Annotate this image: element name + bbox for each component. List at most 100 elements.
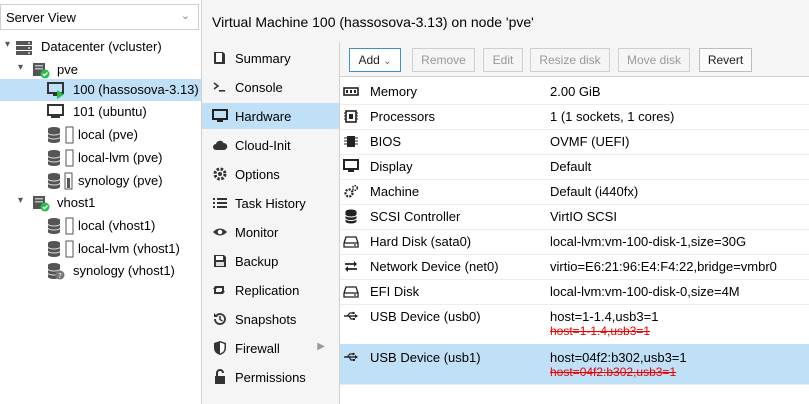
tree-item-label: pve bbox=[57, 62, 78, 77]
hardware-row-network-device[interactable]: Network Device (net0) virtio=E6:21:96:E4… bbox=[340, 254, 809, 280]
tree-item-storage-local-lvm-pve[interactable]: local-lvm (pve) bbox=[0, 147, 201, 169]
node-online-icon bbox=[33, 196, 50, 212]
add-button[interactable]: Add ⌄ bbox=[349, 48, 401, 72]
tree-item-storage-synology-pve[interactable]: synology (pve) bbox=[0, 170, 201, 192]
tree-item-label: local (pve) bbox=[78, 127, 138, 142]
tab-backup[interactable]: Backup bbox=[202, 248, 339, 274]
storage-unknown-icon: ? bbox=[47, 263, 65, 280]
pending-removed-value: host=04f2:b302,usb3=1 bbox=[550, 365, 677, 379]
tab-hardware[interactable]: Hardware bbox=[202, 103, 339, 129]
hardware-row-bios[interactable]: BIOS OVMF (UEFI) bbox=[340, 129, 809, 155]
unlock-icon bbox=[215, 369, 225, 384]
resource-tree-panel: Server View ⌄ ▾ Datacenter (vcluster) ▾ … bbox=[0, 0, 202, 404]
floppy-icon bbox=[214, 255, 226, 267]
database-icon bbox=[345, 209, 357, 224]
tree-item-label: local-lvm (pve) bbox=[78, 150, 163, 165]
hardware-row-usb1[interactable]: USB Device (usb1) host=04f2:b302,usb3=1 … bbox=[340, 344, 809, 385]
tree-item-label: local-lvm (vhost1) bbox=[78, 241, 180, 256]
tab-label: Monitor bbox=[235, 225, 279, 240]
cloud-icon bbox=[213, 140, 228, 150]
chevron-down-icon[interactable]: ⌄ bbox=[181, 9, 190, 22]
hardware-key: EFI Disk bbox=[370, 284, 420, 299]
hardware-value: 1 (1 sockets, 1 cores) bbox=[550, 109, 675, 124]
edit-button[interactable]: Edit bbox=[483, 48, 523, 72]
terminal-icon bbox=[213, 82, 225, 92]
tab-label: Permissions bbox=[235, 370, 306, 385]
tab-label: Options bbox=[235, 167, 280, 182]
tab-firewall[interactable]: Firewall ▶ bbox=[202, 335, 339, 361]
tree-item-label: synology (pve) bbox=[78, 173, 163, 188]
collapse-icon[interactable]: ▾ bbox=[5, 39, 10, 50]
hardware-key: Display bbox=[370, 159, 413, 174]
tree-item-node-pve[interactable]: ▾ pve bbox=[0, 59, 201, 81]
hardware-value: OVMF (UEFI) bbox=[550, 134, 630, 149]
tree-item-label: synology (vhost1) bbox=[73, 263, 175, 278]
tree-item-vm-101[interactable]: 101 (ubuntu) bbox=[0, 101, 201, 123]
tab-summary[interactable]: Summary bbox=[202, 45, 339, 71]
storage-icon bbox=[47, 240, 74, 258]
storage-icon bbox=[47, 149, 74, 167]
hdd-icon bbox=[343, 286, 359, 298]
hardware-row-efi-disk[interactable]: EFI Disk local-lvm:vm-100-disk-0,size=4M bbox=[340, 279, 809, 305]
tab-cloud-init[interactable]: Cloud-Init bbox=[202, 132, 339, 158]
tab-snapshots[interactable]: Snapshots bbox=[202, 306, 339, 332]
hardware-value: local-lvm:vm-100-disk-1,size=30G bbox=[550, 234, 747, 249]
shield-icon bbox=[214, 341, 226, 355]
vm-stopped-icon bbox=[47, 104, 64, 118]
tree-item-storage-local-vhost1[interactable]: local (vhost1) bbox=[0, 215, 201, 237]
tree-item-storage-synology-vhost1[interactable]: ? synology (vhost1) bbox=[0, 260, 201, 282]
tree-item-storage-local-lvm-vhost1[interactable]: local-lvm (vhost1) bbox=[0, 238, 201, 260]
revert-button[interactable]: Revert bbox=[699, 48, 752, 72]
hardware-key: Network Device (net0) bbox=[370, 259, 499, 274]
hardware-value: host=1-1.4,usb3=1 bbox=[550, 309, 659, 324]
hardware-row-memory[interactable]: Memory 2.00 GiB bbox=[340, 79, 809, 105]
tab-label: Snapshots bbox=[235, 312, 297, 327]
tab-permissions[interactable]: Permissions bbox=[202, 364, 339, 390]
collapse-icon[interactable]: ▾ bbox=[18, 195, 23, 206]
tree-item-label: local (vhost1) bbox=[78, 218, 156, 233]
vm-running-icon bbox=[47, 82, 64, 99]
usb-icon bbox=[344, 311, 358, 320]
tab-label: Hardware bbox=[235, 109, 292, 124]
submenu-arrow-icon[interactable]: ▶ bbox=[317, 341, 325, 352]
tree-item-storage-local-pve[interactable]: local (pve) bbox=[0, 124, 201, 146]
exchange-icon bbox=[345, 261, 357, 272]
tree-item-label: 101 (ubuntu) bbox=[73, 104, 147, 119]
display-icon bbox=[343, 159, 359, 172]
tab-label: Console bbox=[235, 80, 283, 95]
storage-icon bbox=[47, 217, 74, 235]
tree-item-vm-100[interactable]: 100 (hassosova-3.13) bbox=[0, 79, 201, 101]
view-selector[interactable]: Server View ⌄ bbox=[0, 4, 199, 30]
tab-console[interactable]: Console bbox=[202, 74, 339, 100]
pending-removed-value: host=1-1.4,usb3=1 bbox=[550, 324, 651, 338]
tab-label: Backup bbox=[235, 254, 279, 269]
hdd-icon bbox=[343, 236, 359, 248]
usb-icon bbox=[344, 352, 358, 361]
hardware-row-usb0[interactable]: USB Device (usb0) host=1-1.4,usb3=1 host… bbox=[340, 304, 809, 345]
tree-item-node-vhost1[interactable]: ▾ vhost1 bbox=[0, 192, 201, 214]
gear-icon bbox=[213, 167, 227, 181]
tab-label: Firewall bbox=[235, 341, 280, 356]
tab-options[interactable]: Options bbox=[202, 161, 339, 187]
collapse-icon[interactable]: ▾ bbox=[18, 62, 23, 73]
tree-item-datacenter[interactable]: ▾ Datacenter (vcluster) bbox=[0, 36, 201, 58]
hardware-row-scsi-controller[interactable]: SCSI Controller VirtIO SCSI bbox=[340, 204, 809, 230]
move-disk-button[interactable]: Move disk bbox=[618, 48, 690, 72]
hardware-row-machine[interactable]: Machine Default (i440fx) bbox=[340, 179, 809, 205]
hardware-row-hard-disk[interactable]: Hard Disk (sata0) local-lvm:vm-100-disk-… bbox=[340, 229, 809, 255]
list-icon bbox=[213, 198, 227, 208]
tab-label: Summary bbox=[235, 51, 291, 66]
vm-tab-menu: Summary Console Hardware Cloud-Init Opti… bbox=[202, 42, 340, 404]
tab-replication[interactable]: Replication bbox=[202, 277, 339, 303]
resize-disk-button[interactable]: Resize disk bbox=[530, 48, 610, 72]
tab-task-history[interactable]: Task History bbox=[202, 190, 339, 216]
chevron-down-icon: ⌄ bbox=[383, 56, 392, 67]
tab-monitor[interactable]: Monitor bbox=[202, 219, 339, 245]
hardware-row-display[interactable]: Display Default bbox=[340, 154, 809, 180]
retweet-icon bbox=[213, 286, 225, 294]
page-title: Virtual Machine 100 (hassosova-3.13) on … bbox=[212, 14, 534, 30]
hardware-row-processors[interactable]: Processors 1 (1 sockets, 1 cores) bbox=[340, 104, 809, 130]
hardware-key: Machine bbox=[370, 184, 420, 199]
remove-button[interactable]: Remove bbox=[412, 48, 475, 72]
tree-item-label: Datacenter (vcluster) bbox=[41, 39, 162, 54]
